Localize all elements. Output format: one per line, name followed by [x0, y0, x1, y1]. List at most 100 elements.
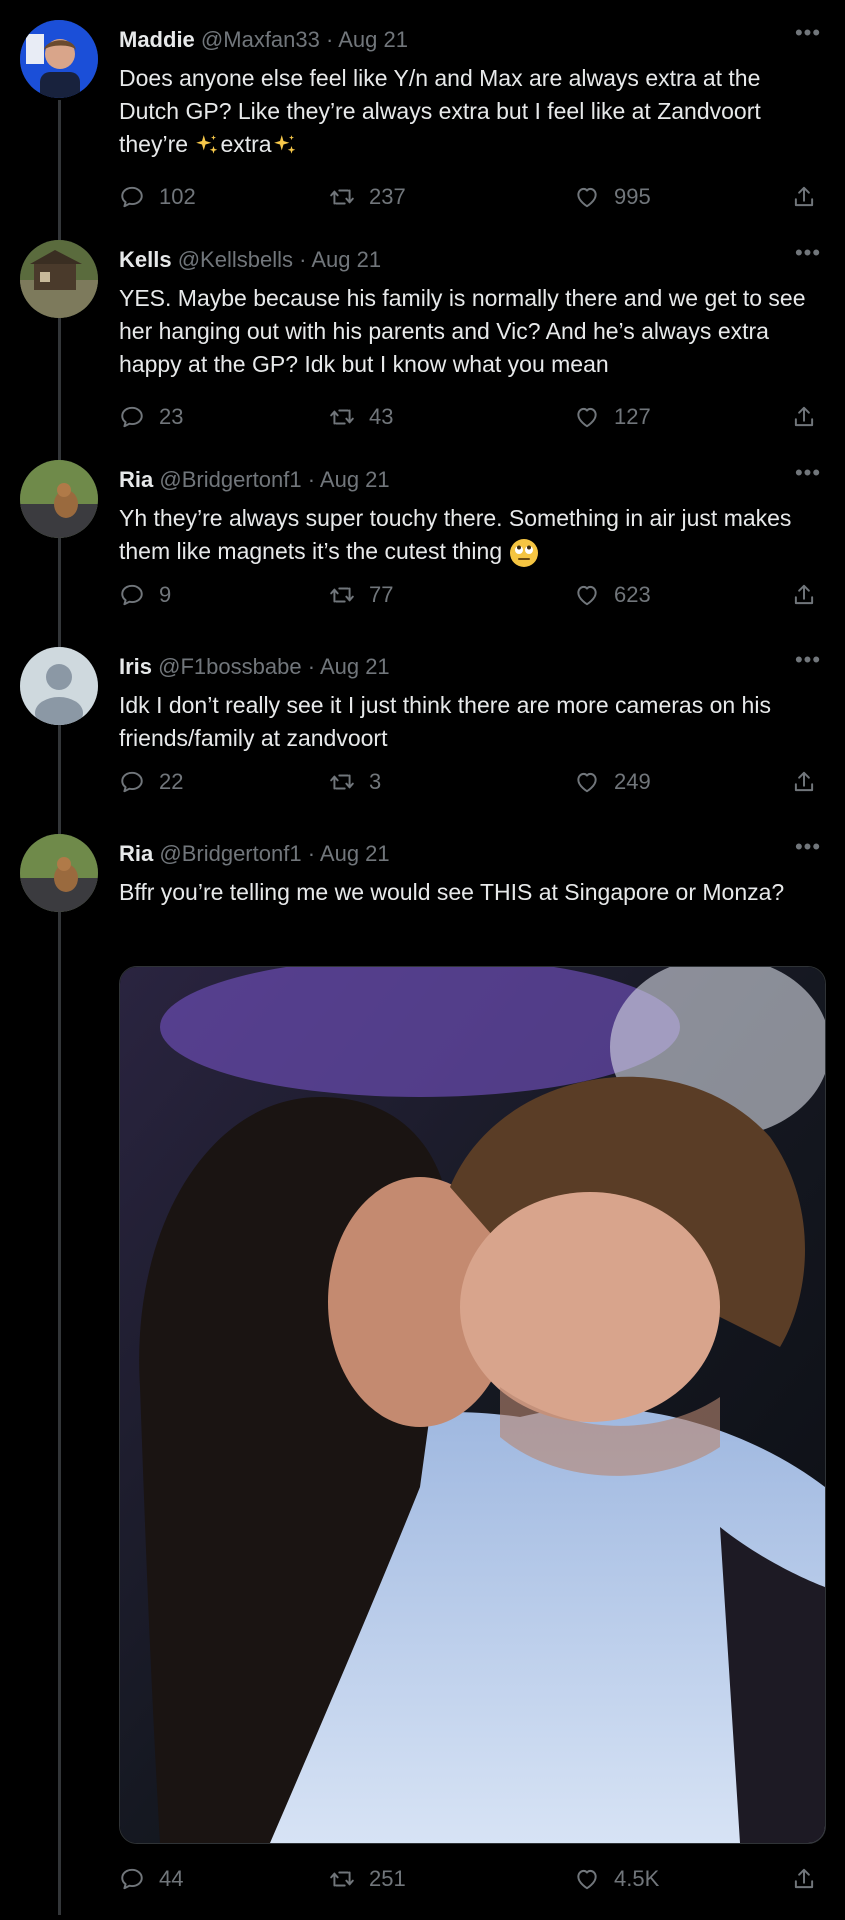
tweet-5[interactable]: Ria @Bridgertonf1 · Aug 21 ••• Bffr you’…	[0, 834, 845, 1914]
share-icon	[791, 184, 817, 210]
retweet-icon	[329, 582, 355, 608]
share-button[interactable]	[791, 578, 817, 612]
sparkles-emoji	[272, 133, 298, 159]
share-button[interactable]	[791, 1862, 817, 1896]
tweet-text: YES. Maybe because his family is normall…	[119, 285, 806, 377]
tweet-text: Bffr you’re telling me we would see THIS…	[119, 879, 785, 905]
retweet-count: 237	[369, 184, 406, 209]
more-icon[interactable]: •••	[793, 460, 823, 485]
retweet-count: 251	[369, 1866, 406, 1891]
share-icon	[791, 582, 817, 608]
retweet-button[interactable]: 3	[329, 765, 381, 799]
retweet-count: 77	[369, 582, 394, 607]
display-name[interactable]: Ria	[119, 467, 153, 492]
avatar[interactable]	[20, 240, 98, 318]
tweet-date[interactable]: Aug 21	[338, 27, 408, 52]
reply-button[interactable]: 23	[119, 400, 183, 434]
user-handle[interactable]: @Bridgertonf1	[159, 467, 301, 492]
like-icon	[574, 769, 600, 795]
reply-button[interactable]: 44	[119, 1862, 183, 1896]
tweet-4[interactable]: Iris @F1bossbabe · Aug 21 ••• Idk I don’…	[0, 647, 845, 817]
reply-button[interactable]: 9	[119, 578, 171, 612]
like-button[interactable]: 4.5K	[574, 1862, 659, 1896]
share-icon	[791, 1866, 817, 1892]
display-name[interactable]: Maddie	[119, 27, 195, 52]
retweet-icon	[329, 184, 355, 210]
retweet-button[interactable]: 237	[329, 180, 406, 214]
tweet-text: Idk I don’t really see it I just think t…	[119, 692, 771, 751]
avatar[interactable]	[20, 834, 98, 912]
reply-icon	[119, 582, 145, 608]
more-icon[interactable]: •••	[793, 240, 823, 265]
tweet-date[interactable]: Aug 21	[311, 247, 381, 272]
display-name[interactable]: Iris	[119, 654, 152, 679]
like-icon	[574, 582, 600, 608]
tweet-actions: 23 43 127	[119, 400, 824, 434]
like-button[interactable]: 127	[574, 400, 651, 434]
reply-count: 22	[159, 769, 184, 794]
like-button[interactable]: 249	[574, 765, 651, 799]
user-handle[interactable]: @Bridgertonf1	[159, 841, 301, 866]
user-handle[interactable]: @Kellsbells	[178, 247, 293, 272]
share-icon	[791, 404, 817, 430]
separator: ·	[307, 467, 316, 492]
user-handle[interactable]: @F1bossbabe	[158, 654, 301, 679]
like-icon	[574, 1866, 600, 1892]
retweet-button[interactable]: 77	[329, 578, 393, 612]
like-count: 4.5K	[614, 1866, 660, 1891]
retweet-button[interactable]: 43	[329, 400, 393, 434]
like-count: 623	[614, 582, 651, 607]
reply-count: 44	[159, 1866, 184, 1891]
more-icon[interactable]: •••	[793, 647, 823, 672]
retweet-button[interactable]: 251	[329, 1862, 406, 1896]
reply-icon	[119, 769, 145, 795]
retweet-count: 43	[369, 404, 394, 429]
like-icon	[574, 404, 600, 430]
reply-button[interactable]: 22	[119, 765, 183, 799]
tweet-date[interactable]: Aug 21	[320, 654, 390, 679]
avatar[interactable]	[20, 20, 98, 98]
share-button[interactable]	[791, 180, 817, 214]
user-handle[interactable]: @Maxfan33	[201, 27, 320, 52]
like-button[interactable]: 623	[574, 578, 651, 612]
separator: ·	[307, 654, 316, 679]
like-icon	[574, 184, 600, 210]
like-button[interactable]: 995	[574, 180, 651, 214]
separator: ·	[299, 247, 307, 272]
display-name[interactable]: Ria	[119, 841, 153, 866]
retweet-icon	[329, 404, 355, 430]
tweet-text: Does anyone else feel like Y/n and Max a…	[119, 62, 824, 161]
tweet-actions: 102 237 995	[119, 180, 824, 214]
tweet-header: Ria @Bridgertonf1 · Aug 21	[119, 840, 390, 868]
tweet-header: Kells @Kellsbells · Aug 21	[119, 246, 381, 274]
tweet-text-extra: extra	[220, 131, 272, 157]
tweet-header: Iris @F1bossbabe · Aug 21	[119, 653, 390, 681]
reply-icon	[119, 404, 145, 430]
more-icon[interactable]: •••	[793, 834, 823, 859]
avatar[interactable]	[20, 460, 98, 538]
tweet-actions: 9 77 623	[119, 578, 824, 612]
display-name[interactable]: Kells	[119, 247, 172, 272]
share-icon	[791, 769, 817, 795]
retweet-icon	[329, 769, 355, 795]
more-icon[interactable]: •••	[793, 20, 823, 45]
reply-count: 23	[159, 404, 184, 429]
tweet-photo[interactable]	[119, 966, 826, 1844]
tweet-text: Yh they’re always super touchy there. So…	[119, 502, 824, 568]
share-button[interactable]	[791, 765, 817, 799]
sparkles-emoji	[194, 133, 220, 159]
tweet-1[interactable]: Maddie @Maxfan33 · Aug 21 ••• Does anyon…	[0, 20, 845, 220]
separator: ·	[326, 27, 334, 52]
avatar[interactable]	[20, 647, 98, 725]
tweet-2[interactable]: Kells @Kellsbells · Aug 21 ••• YES. Mayb…	[0, 240, 845, 440]
like-count: 249	[614, 769, 651, 794]
tweet-header: Ria @Bridgertonf1 · Aug 21	[119, 466, 390, 494]
rolling-eyes-emoji	[509, 538, 538, 567]
reply-count: 9	[159, 582, 172, 607]
reply-icon	[119, 1866, 145, 1892]
share-button[interactable]	[791, 400, 817, 434]
tweet-date[interactable]: Aug 21	[320, 841, 390, 866]
tweet-3[interactable]: Ria @Bridgertonf1 · Aug 21 ••• Yh they’r…	[0, 460, 845, 630]
reply-button[interactable]: 102	[119, 180, 196, 214]
tweet-date[interactable]: Aug 21	[320, 467, 390, 492]
